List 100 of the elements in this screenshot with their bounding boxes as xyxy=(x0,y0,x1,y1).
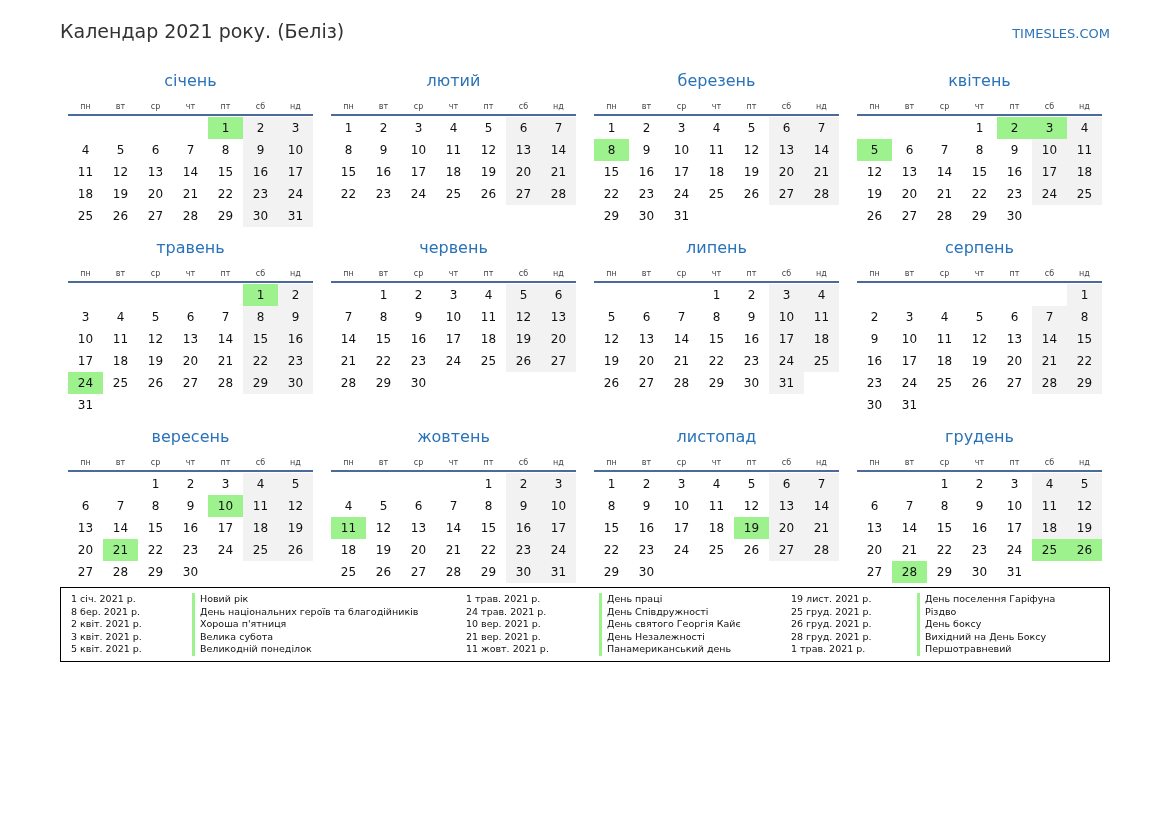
day-cell-text: 16 xyxy=(409,331,428,348)
day-cell-text: 5 xyxy=(115,142,126,159)
day-cell-text: 18 xyxy=(111,353,130,370)
day-cell-text: 29 xyxy=(602,564,621,581)
day-cell-text: 18 xyxy=(707,520,726,537)
day-cell-text: 26 xyxy=(146,375,165,392)
holiday-name: Великодній понеділок xyxy=(192,643,466,656)
day-cell-text: 20 xyxy=(409,542,428,559)
day-cell-text: 3 xyxy=(1009,476,1020,493)
day-cell-text: 18 xyxy=(479,331,498,348)
day-cell-text: 19 xyxy=(479,164,498,181)
day-cell-text: 17 xyxy=(216,520,235,537)
weekend-day-cell: 6 xyxy=(769,473,804,495)
weekend-day-cell: 14 xyxy=(1032,328,1067,350)
weekend-day-cell: 9 xyxy=(278,306,313,328)
day-cell-text: 15 xyxy=(216,164,235,181)
day-cell-text: 22 xyxy=(602,186,621,203)
day-cell-text: 24 xyxy=(409,186,428,203)
day-cell-text: 21 xyxy=(900,542,919,559)
day-cell-text: 23 xyxy=(1005,186,1024,203)
weekend-day-cell: 14 xyxy=(541,139,576,161)
month-name: квітень xyxy=(947,70,1012,92)
site-link[interactable]: TIMESLES.COM xyxy=(1012,26,1110,41)
weekend-day-cell: 17 xyxy=(541,517,576,539)
day-cell-text: 29 xyxy=(374,375,393,392)
day-cell-text: 8 xyxy=(483,498,494,515)
day-cell-text: 25 xyxy=(935,375,954,392)
day-cell-text: 20 xyxy=(865,542,884,559)
holiday-day-cell: 5 xyxy=(857,139,892,161)
weekend-day-cell: 27 xyxy=(769,183,804,205)
holiday-name: День поселення Гаріфуна xyxy=(917,593,1109,606)
day-cell-text: 15 xyxy=(339,164,358,181)
month-name: липень xyxy=(685,237,748,259)
weekend-day-cell: 19 xyxy=(1067,517,1102,539)
day-cell-text: 24 xyxy=(1005,542,1024,559)
holiday-day-cell: 3 xyxy=(1032,117,1067,139)
day-cell-text: 27 xyxy=(637,375,656,392)
month-name: серпень xyxy=(944,237,1015,259)
weekend-day-cell: 6 xyxy=(506,117,541,139)
weekend-day-cell: 16 xyxy=(278,328,313,350)
weekend-day-cell: 14 xyxy=(804,139,839,161)
day-cell-text: 1 xyxy=(378,287,389,304)
day-cell-text: 8 xyxy=(711,309,722,326)
day-cell-text: 13 xyxy=(409,520,428,537)
day-cell-text: 19 xyxy=(865,186,884,203)
day-cell-text: 10 xyxy=(900,331,919,348)
month-name: лютий xyxy=(425,70,482,92)
day-cell-text: 16 xyxy=(865,353,884,370)
weekend-day-cell: 30 xyxy=(278,372,313,394)
day-cell-text: 16 xyxy=(742,331,761,348)
weekend-day-cell: 24 xyxy=(541,539,576,561)
day-cell-text: 31 xyxy=(76,397,95,414)
day-cell-text: 13 xyxy=(865,520,884,537)
day-cell-text: 14 xyxy=(216,331,235,348)
day-cell-text: 27 xyxy=(409,564,428,581)
day-cell-text: 7 xyxy=(343,309,354,326)
holiday-date: 2 квіт. 2021 р. xyxy=(71,618,143,631)
holiday-day-cell: 19 xyxy=(734,517,769,539)
weekend-day-cell: 24 xyxy=(278,183,313,205)
day-cell-text: 14 xyxy=(444,520,463,537)
weekend-day-cell: 22 xyxy=(1067,350,1102,372)
day-cell-text: 30 xyxy=(181,564,200,581)
day-cell-text: 6 xyxy=(150,142,161,159)
day-cell-text: 10 xyxy=(76,331,95,348)
day-cell-text: 19 xyxy=(146,353,165,370)
weekend-day-cell: 25 xyxy=(243,539,278,561)
day-cell-text: 24 xyxy=(672,542,691,559)
weekend-day-cell: 12 xyxy=(278,495,313,517)
holiday-name: Новий рік xyxy=(192,593,466,606)
day-cell-text: 8 xyxy=(343,142,354,159)
day-cell-text: 26 xyxy=(111,208,130,225)
weekend-day-cell: 1 xyxy=(1067,284,1102,306)
weekend-day-cell: 28 xyxy=(804,539,839,561)
holiday-name: Першотравневий xyxy=(917,643,1109,656)
day-cell-text: 29 xyxy=(216,208,235,225)
day-cell-text: 12 xyxy=(479,142,498,159)
weekend-day-cell: 23 xyxy=(243,183,278,205)
day-cell-text: 4 xyxy=(483,287,494,304)
day-cell-text: 8 xyxy=(606,498,617,515)
day-cell-text: 21 xyxy=(672,353,691,370)
weekend-day-cell: 11 xyxy=(1032,495,1067,517)
day-cell-text: 13 xyxy=(637,331,656,348)
day-cell-text: 6 xyxy=(185,309,196,326)
holiday-date: 24 трав. 2021 р. xyxy=(466,605,548,619)
holiday-name: День Співдружності xyxy=(599,605,791,619)
weekend-day-cell: 5 xyxy=(278,473,313,495)
day-cell-text: 3 xyxy=(676,120,687,137)
weekend-day-cell: 15 xyxy=(1067,328,1102,350)
holiday-day-cell: 21 xyxy=(103,539,138,561)
day-cell-text: 12 xyxy=(742,142,761,159)
day-cell-text: 26 xyxy=(970,375,989,392)
month-name: вересень xyxy=(150,426,231,448)
weekend-day-cell: 25 xyxy=(1067,183,1102,205)
weekend-day-cell: 17 xyxy=(1032,161,1067,183)
day-cell-text: 28 xyxy=(111,564,130,581)
weekend-day-cell: 22 xyxy=(243,350,278,372)
day-cell-text: 5 xyxy=(150,309,161,326)
day-cell-text: 14 xyxy=(339,331,358,348)
day-cell-text: 10 xyxy=(672,142,691,159)
day-cell-text: 18 xyxy=(339,542,358,559)
